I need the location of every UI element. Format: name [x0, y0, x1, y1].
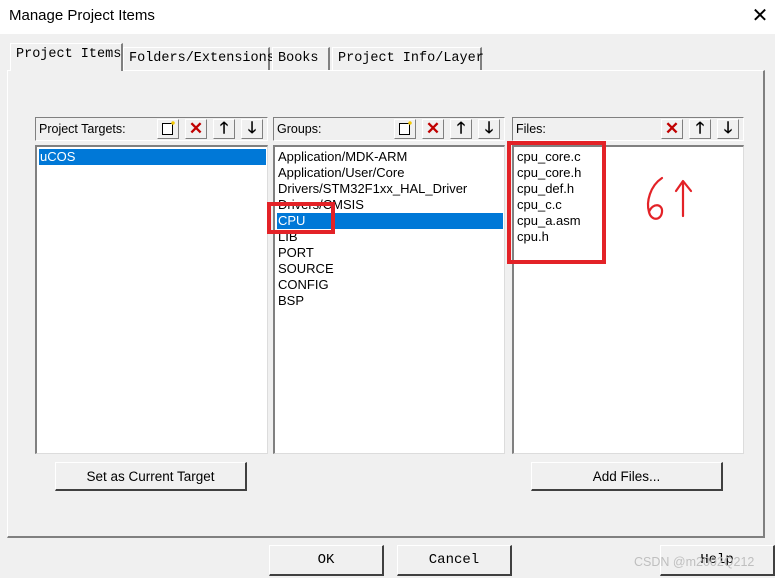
delete-target-button[interactable]: ✕	[185, 119, 207, 139]
button-label: Cancel	[428, 552, 480, 568]
delete-group-button[interactable]: ✕	[422, 119, 444, 139]
new-target-button[interactable]	[157, 119, 179, 139]
handwritten-six	[646, 176, 664, 220]
tab-project-info-layer[interactable]: Project Info/Layer	[332, 47, 484, 70]
delete-x-icon: ✕	[188, 119, 204, 138]
move-group-down-button[interactable]: 🡓	[478, 119, 500, 139]
watermark: CSDN @m2002Q212	[634, 555, 755, 569]
tab-project-items[interactable]: Project Items	[10, 43, 123, 71]
files-header: Files: ✕ 🡑 🡓	[512, 117, 744, 141]
window-title: Manage Project Items	[9, 7, 155, 24]
move-down-icon: 🡓	[723, 120, 733, 137]
list-item-group[interactable]: BSP	[277, 293, 304, 309]
list-item-group[interactable]: CONFIG	[277, 277, 329, 293]
tab-label: Books	[278, 51, 319, 66]
list-item-target[interactable]: uCOS	[39, 149, 266, 165]
close-icon[interactable]: ✕	[746, 4, 774, 30]
tab-label: Project Items	[16, 47, 122, 62]
tab-books[interactable]: Books	[272, 47, 330, 70]
new-item-icon	[162, 119, 177, 135]
files-label: Files:	[516, 122, 546, 136]
list-item-group[interactable]: PORT	[277, 245, 314, 261]
move-up-icon: 🡑	[219, 120, 229, 137]
delete-x-icon: ✕	[425, 119, 441, 138]
new-item-icon	[399, 119, 414, 135]
ok-button[interactable]: OK	[269, 545, 384, 576]
handwritten-up-arrow	[674, 179, 693, 218]
delete-file-button[interactable]: ✕	[661, 119, 683, 139]
groups-header: Groups: ✕ 🡑 🡓	[273, 117, 505, 141]
move-target-up-button[interactable]: 🡑	[213, 119, 235, 139]
set-current-target-button[interactable]: Set as Current Target	[55, 462, 247, 491]
targets-list[interactable]: uCOS	[35, 145, 268, 454]
move-up-icon: 🡑	[695, 120, 705, 137]
handwritten-annotation	[646, 176, 693, 220]
new-group-button[interactable]	[394, 119, 416, 139]
list-item-group[interactable]: Application/User/Core	[277, 165, 404, 181]
add-files-button[interactable]: Add Files...	[531, 462, 723, 491]
move-group-up-button[interactable]: 🡑	[450, 119, 472, 139]
annotation-box-cpu	[267, 202, 335, 234]
targets-label: Project Targets:	[39, 122, 126, 136]
list-item-group[interactable]: SOURCE	[277, 261, 334, 277]
targets-header: Project Targets: ✕ 🡑 🡓	[35, 117, 268, 141]
list-item-group[interactable]: Drivers/STM32F1xx_HAL_Driver	[277, 181, 467, 197]
annotation-box-files	[507, 141, 606, 264]
move-up-icon: 🡑	[456, 120, 466, 137]
tab-label: Project Info/Layer	[338, 51, 484, 66]
move-target-down-button[interactable]: 🡓	[241, 119, 263, 139]
tab-label: Folders/Extensions	[129, 51, 275, 66]
move-down-icon: 🡓	[247, 120, 257, 137]
delete-x-icon: ✕	[664, 119, 680, 138]
move-down-icon: 🡓	[484, 120, 494, 137]
move-file-down-button[interactable]: 🡓	[717, 119, 739, 139]
list-item-group[interactable]: Application/MDK-ARM	[277, 149, 407, 165]
button-label: OK	[317, 552, 335, 568]
tab-folders-extensions[interactable]: Folders/Extensions	[123, 47, 275, 70]
groups-list[interactable]: Application/MDK-ARM Application/User/Cor…	[273, 145, 505, 454]
button-label: Add Files...	[592, 469, 661, 484]
title-bar: Manage Project Items ✕	[0, 0, 775, 34]
groups-label: Groups:	[277, 122, 322, 136]
cancel-button[interactable]: Cancel	[397, 545, 512, 576]
button-label: Set as Current Target	[86, 469, 215, 484]
move-file-up-button[interactable]: 🡑	[689, 119, 711, 139]
